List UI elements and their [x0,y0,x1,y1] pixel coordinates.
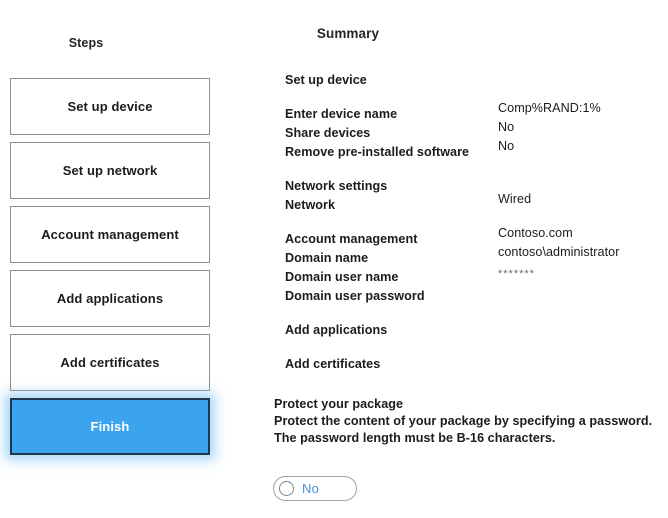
summary-row-value-masked: ******* [498,268,535,280]
summary-row-label: Network settings [285,179,388,193]
step-box-add-certificates[interactable]: Add certificates [10,334,210,391]
summary-row-label: Account management [285,232,418,246]
summary-group: Account management Contoso.com Domain name… [285,226,663,305]
summary-row-value: Wired [498,192,532,206]
summary-group: Network settings Network Wired [285,176,663,214]
summary-row: Network settings [285,176,663,195]
summary-group-spacer [285,89,663,104]
summary-body: Set up device Enter device name Comp%RAND:… [285,70,663,373]
summary-section-heading: Set up device [285,70,663,89]
summary-row-value: contoso\administrator [498,245,620,259]
step-box-finish[interactable]: Finish [10,398,210,455]
summary-row-label: Enter device name [285,107,398,121]
protect-description-line-2: The password length must be B-16 charact… [274,431,556,445]
step-label: Add applications [56,291,164,306]
summary-heading: Summary [316,26,380,41]
step-box-set-up-device[interactable]: Set up device [10,78,210,135]
toggle-knob-icon[interactable] [279,481,294,496]
step-label: Add certificates [60,355,160,370]
steps-pane: Steps Set up device Set up network Account… [0,0,262,518]
summary-row: Network Wired [285,192,663,214]
step-box-add-applications[interactable]: Add applications [10,270,210,327]
summary-row: Domain name contoso\administrator [285,245,663,267]
summary-section-label: Set up device [285,73,367,87]
summary-row-label: Domain name [285,251,369,265]
summary-group: Set up device [285,70,663,89]
step-label: Account management [41,227,179,242]
step-label: Finish [90,419,130,434]
summary-row-value: No [498,139,515,153]
step-box-account-management[interactable]: Account management [10,206,210,263]
summary-row-label: Share devices [285,126,371,140]
summary-row-label: Domain user name [285,270,399,284]
steps-heading: Steps [68,36,104,50]
summary-group: Add applications [285,320,663,339]
step-label: Set up network [62,163,158,178]
step-box-set-up-network[interactable]: Set up network [10,142,210,199]
protect-description-line-1: Protect the content of your package by s… [274,414,653,428]
summary-row-label: Remove pre-installed software [285,145,470,159]
summary-section-label: Add applications [285,323,388,337]
steps-list: Set up device Set up network Account manag… [10,78,210,462]
summary-group-spacer [285,305,663,320]
protect-password-toggle[interactable]: No [273,476,357,501]
summary-section-heading: Add certificates [285,354,663,373]
summary-group-spacer [285,214,663,229]
summary-group-spacer [285,339,663,354]
summary-row-value: Contoso.com [498,226,573,240]
summary-group: Add certificates [285,354,663,373]
summary-row: Enter device name Comp%RAND:1% [285,101,663,123]
protect-package-block: Protect your package Protect the content… [274,396,664,447]
step-label: Set up device [67,99,153,114]
summary-row: Share devices No [285,120,663,142]
protect-title: Protect your package [274,397,404,411]
summary-group-spacer [285,161,663,176]
summary-row-value: Comp%RAND:1% [498,101,601,115]
summary-row: Domain user password [285,286,663,305]
summary-group: Enter device name Comp%RAND:1% Share devic… [285,101,663,161]
summary-pane: Summary Set up device Enter device name Co… [262,0,668,518]
summary-row: Domain user name ******* [285,267,663,286]
summary-section-heading: Add applications [285,320,663,339]
summary-row-label: Network [285,198,336,212]
summary-row: Remove pre-installed software No [285,139,663,161]
summary-row-label: Domain user password [285,289,425,303]
summary-section-label: Add certificates [285,357,381,371]
toggle-state-label: No [302,481,320,496]
summary-row-value: No [498,120,515,134]
